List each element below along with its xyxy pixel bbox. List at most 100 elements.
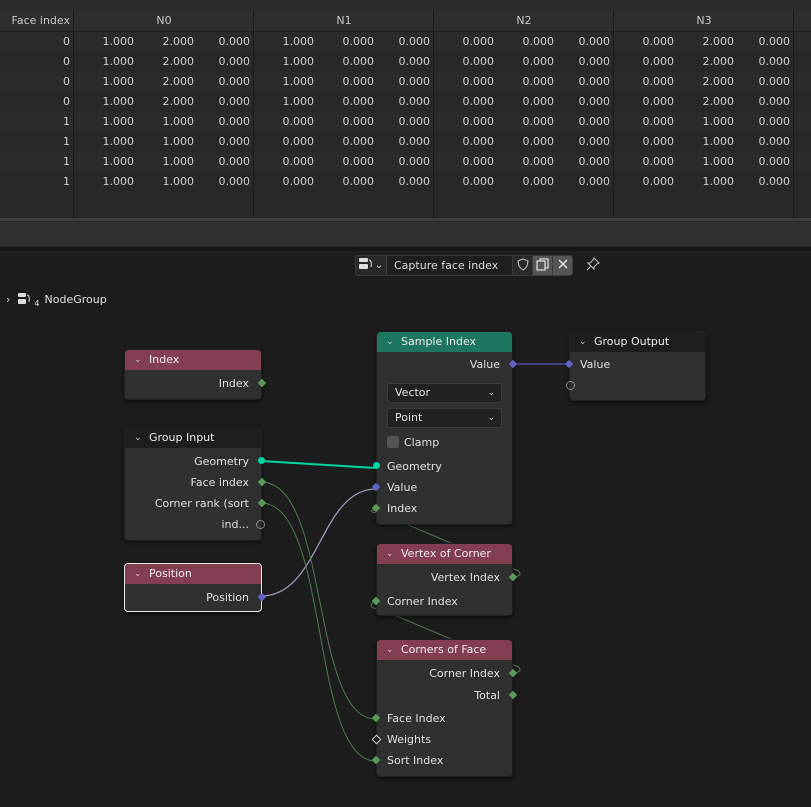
clamp-checkbox[interactable]: [387, 436, 399, 448]
socket-row-corner-index: Corner Index: [371, 591, 512, 612]
column-header-n0[interactable]: N0: [74, 10, 254, 31]
node-corners-of-face[interactable]: ⌄ Corners of Face Corner Index Total Fac…: [371, 639, 518, 777]
column-header-n1[interactable]: N1: [254, 10, 434, 31]
collapse-chevron-icon[interactable]: ⌄: [134, 564, 142, 584]
node-position[interactable]: ⌄ Position Position: [124, 563, 267, 612]
node-header[interactable]: ⌄ Index: [125, 350, 261, 370]
duplicate-button[interactable]: [533, 255, 553, 276]
node-header[interactable]: ⌄ Position: [125, 564, 261, 584]
output-socket-face-index[interactable]: [257, 477, 267, 487]
spreadsheet-body: 0 1.000 2.000 0.000 1.000 0.000 0.000 0.000 0.00…: [0, 32, 811, 192]
node-header[interactable]: ⌄ Group Input: [125, 428, 261, 448]
cell-n2-z: 0.000: [578, 115, 611, 128]
output-socket-corner-index[interactable]: [508, 668, 518, 678]
node-index[interactable]: ⌄ Index Index: [124, 349, 267, 400]
cell-n0-y: 1.000: [162, 175, 195, 188]
cell-n2-x: 0.000: [462, 75, 495, 88]
collapse-chevron-icon[interactable]: ⌄: [386, 544, 394, 564]
input-socket-weights[interactable]: [371, 734, 382, 745]
output-socket-empty[interactable]: [256, 520, 265, 529]
output-socket-total[interactable]: [508, 690, 518, 700]
cell-n2-z: 0.000: [578, 155, 611, 168]
cell-n3-z: 0.000: [758, 135, 791, 148]
socket-row-empty: [566, 375, 705, 396]
node-header[interactable]: ⌄ Corners of Face: [377, 640, 512, 660]
input-socket-face-index[interactable]: [371, 713, 381, 723]
cell-n3-y: 2.000: [702, 95, 735, 108]
socket-row-empty: [125, 514, 265, 535]
output-socket-corner-rank[interactable]: [257, 498, 267, 508]
input-socket-index[interactable]: [371, 503, 381, 513]
unlink-button[interactable]: [553, 255, 573, 276]
socket-label: Corner Index: [429, 667, 500, 680]
input-socket-value[interactable]: [371, 482, 381, 492]
node-group-input[interactable]: ⌄ Group Input Geometry Face index Corner…: [124, 427, 267, 541]
browse-node-tree-button[interactable]: ⌄: [355, 255, 387, 276]
output-socket-vertex-index[interactable]: [508, 572, 518, 582]
cell-n3-y: 2.000: [702, 75, 735, 88]
column-header-face-index[interactable]: Face index: [0, 10, 70, 31]
cell-n1-x: 0.000: [282, 175, 315, 188]
socket-label: Total: [474, 689, 500, 702]
node-title: Corners of Face: [401, 643, 487, 656]
chevron-right-icon[interactable]: ›: [6, 293, 10, 306]
output-socket-position[interactable]: [257, 592, 267, 602]
cell-n3-z: 0.000: [758, 35, 791, 48]
node-group-output[interactable]: ⌄ Group Output Value: [564, 331, 706, 401]
input-socket-empty[interactable]: [566, 381, 575, 390]
domain-dropdown[interactable]: Point ⌄: [387, 408, 502, 428]
column-header-n3[interactable]: N3: [614, 10, 794, 31]
input-socket-sort-index[interactable]: [371, 755, 381, 765]
input-socket-value[interactable]: [564, 359, 574, 369]
socket-label: Index: [218, 377, 249, 390]
node-sample-index[interactable]: ⌄ Sample Index Value Vector ⌄ Point ⌄ Cl…: [371, 331, 518, 525]
horizontal-scrollbar[interactable]: [0, 218, 811, 221]
output-socket-geometry[interactable]: [258, 457, 265, 464]
cell-n2-y: 0.000: [522, 175, 555, 188]
node-header[interactable]: ⌄ Group Output: [570, 332, 705, 352]
collapse-chevron-icon[interactable]: ⌄: [134, 428, 142, 448]
cell-n2-z: 0.000: [578, 75, 611, 88]
cell-n0-x: 1.000: [102, 75, 135, 88]
chevron-down-icon: ⌄: [487, 388, 495, 398]
node-title: Group Input: [149, 431, 215, 444]
socket-label: Index: [387, 502, 418, 515]
cell-n1-x: 0.000: [282, 155, 315, 168]
input-socket-geometry[interactable]: [373, 462, 380, 469]
output-socket-value[interactable]: [508, 359, 518, 369]
collapse-chevron-icon[interactable]: ⌄: [386, 332, 394, 352]
spreadsheet-header: Face index N0 N1 N2 N3: [0, 10, 811, 32]
socket-row-weights: Weights: [371, 729, 512, 750]
input-socket-corner-index[interactable]: [371, 596, 381, 606]
table-row: 1 1.000 1.000 0.000 0.000 0.000 0.000 0.000 0.00…: [0, 132, 811, 152]
node-vertex-of-corner[interactable]: ⌄ Vertex of Corner Vertex Index Corner I…: [371, 543, 518, 616]
cell-n3-z: 0.000: [758, 155, 791, 168]
node-editor[interactable]: ⌄ Capture face index › 4 NodeGroup ⌄ Ind…: [0, 251, 811, 807]
cell-face-index: 1: [63, 135, 70, 148]
socket-row-index-in: Index: [371, 498, 512, 519]
column-header-n2[interactable]: N2: [434, 10, 614, 31]
cell-n1-y: 0.000: [342, 135, 375, 148]
data-type-dropdown[interactable]: Vector ⌄: [387, 383, 502, 403]
socket-row-value-out: Value: [377, 354, 518, 375]
clamp-checkbox-row[interactable]: Clamp: [387, 434, 502, 450]
cell-n2-z: 0.000: [578, 135, 611, 148]
cell-n0-y: 1.000: [162, 135, 195, 148]
collapse-chevron-icon[interactable]: ⌄: [134, 350, 142, 370]
node-header[interactable]: ⌄ Vertex of Corner: [377, 544, 512, 564]
output-socket-index[interactable]: [257, 378, 267, 388]
fake-user-button[interactable]: [513, 255, 533, 276]
socket-label: Value: [580, 358, 611, 371]
cell-n1-x: 1.000: [282, 55, 315, 68]
socket-row-position: Position: [125, 587, 267, 608]
collapse-chevron-icon[interactable]: ⌄: [579, 332, 587, 352]
node-header[interactable]: ⌄ Sample Index: [377, 332, 512, 352]
cell-n0-z: 0.000: [218, 115, 251, 128]
node-title: Vertex of Corner: [401, 547, 491, 560]
pin-button[interactable]: [583, 256, 603, 275]
socket-label: Corner Index: [387, 595, 458, 608]
breadcrumb[interactable]: › 4 NodeGroup: [6, 291, 107, 308]
node-tree-name-field[interactable]: Capture face index: [387, 255, 513, 276]
cell-n2-y: 0.000: [522, 95, 555, 108]
collapse-chevron-icon[interactable]: ⌄: [386, 640, 394, 660]
